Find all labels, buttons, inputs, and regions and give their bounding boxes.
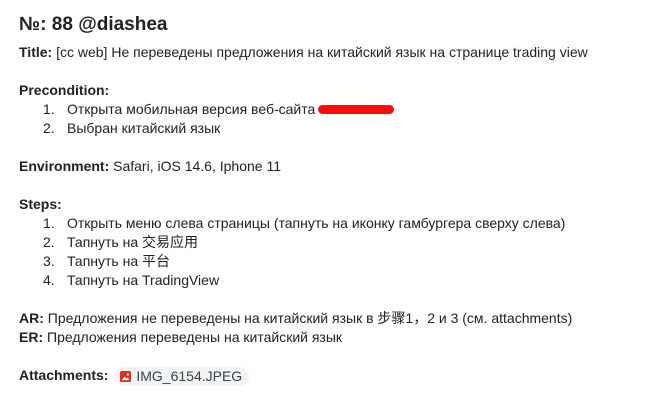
list-item-text: Тапнуть на 交易应用 [67, 234, 199, 250]
environment-text: Safari, iOS 14.6, Iphone 11 [113, 158, 281, 174]
steps-section: Steps: [19, 195, 639, 214]
attachments-label: Attachments: [19, 367, 109, 383]
list-item-text: Открыть меню слева страницы (тапнуть на … [67, 215, 566, 231]
list-item: 1. Открыта мобильная версия веб-сайта [19, 100, 639, 119]
list-item: 1. Открыть меню слева страницы (тапнуть … [19, 214, 639, 233]
ar-text: Предложения не переведены на китайский я… [47, 310, 573, 326]
environment-label: Environment: [19, 158, 110, 174]
ticket-heading: №: 88 @diashea [19, 14, 168, 35]
environment-line: Environment: Safari, iOS 14.6, Iphone 11 [19, 157, 639, 176]
precondition-list: 1. Открыта мобильная версия веб-сайта 2.… [19, 100, 639, 138]
er-label: ER: [19, 329, 44, 345]
ticket-document: №: 88 @diashea Title: [cc web] Не переве… [19, 12, 639, 386]
list-item-number: 1. [43, 215, 55, 231]
list-item-text: Тапнуть на 平台 [67, 253, 171, 269]
er-text: Предложения переведены на китайский язык [47, 329, 343, 345]
list-item-text: Тапнуть на TradingView [67, 272, 220, 288]
attachment-file-name: IMG_6154.JPEG [136, 367, 243, 384]
list-item-text: Выбран китайский язык [67, 120, 221, 136]
list-item: 2. Выбран китайский язык [19, 119, 639, 138]
attachment-chip[interactable]: IMG_6154.JPEG [115, 366, 250, 386]
list-item-text: Открыта мобильная версия веб-сайта [67, 101, 316, 117]
list-item: 4. Тапнуть на TradingView [19, 271, 639, 290]
precondition-label: Precondition: [19, 82, 110, 98]
list-item-number: 2. [43, 234, 55, 250]
list-item: 3. Тапнуть на 平台 [19, 252, 639, 271]
list-item: 2. Тапнуть на 交易应用 [19, 233, 639, 252]
attachments-line: Attachments: IMG_6154.JPEG [19, 366, 639, 386]
ar-line: AR: Предложения не переведены на китайск… [19, 309, 639, 328]
title-line: Title: [cc web] Не переведены предложени… [19, 43, 639, 62]
title-text: [cc web] Не переведены предложения на ки… [56, 44, 588, 60]
steps-label: Steps: [19, 196, 62, 212]
redaction-mark [318, 104, 395, 114]
steps-list: 1. Открыть меню слева страницы (тапнуть … [19, 214, 639, 290]
title-label: Title: [19, 44, 53, 60]
list-item-number: 1. [43, 101, 55, 117]
er-line: ER: Предложения переведены на китайский … [19, 328, 639, 347]
list-item-number: 3. [43, 253, 55, 269]
list-item-number: 2. [43, 120, 55, 136]
precondition-section: Precondition: [19, 81, 639, 100]
image-file-icon [120, 370, 132, 382]
list-item-number: 4. [43, 272, 55, 288]
ar-label: AR: [19, 310, 44, 326]
